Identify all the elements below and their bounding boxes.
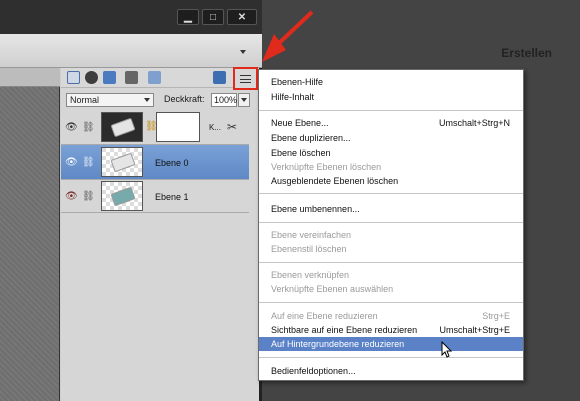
menu-item-clear-layer-style: Ebenenstil löschen [271, 244, 347, 254]
chevron-down-icon[interactable] [240, 50, 246, 54]
layer-name: Ebene 1 [155, 192, 189, 202]
menu-item-simplify-layer: Ebene vereinfachen [271, 230, 352, 240]
menu-item-flatten-image[interactable]: Auf Hintergrundebene reduzieren [259, 337, 523, 351]
menu-item-rename-layer[interactable]: Ebene umbenennen... [259, 202, 523, 216]
mouse-cursor-icon [441, 341, 453, 358]
menu-item-duplicate-layer[interactable]: Ebene duplizieren... [259, 131, 523, 145]
layer-thumbnail [101, 147, 143, 177]
thumbnail-shape [110, 152, 136, 173]
menu-separator [259, 302, 523, 303]
adjustment-layer-icon[interactable] [85, 71, 98, 84]
menu-item-shortcut: Umschalt+Strg+N [438, 118, 510, 128]
minimize-icon[interactable]: ▁ [177, 9, 199, 25]
layer-thumbnail [101, 181, 143, 211]
thumbnail-shape [110, 117, 136, 138]
link-icon[interactable]: ⛓ [82, 191, 95, 202]
menu-item-label: Sichtbare auf eine Ebene reduzieren [271, 325, 418, 335]
menu-item-delete-hidden-layers[interactable]: Ausgeblendete Ebenen löschen [259, 174, 523, 188]
create-button[interactable]: Erstellen [501, 46, 552, 60]
link-icon[interactable]: ⛓ [82, 122, 95, 133]
menu-separator [259, 193, 523, 194]
lock-transparency-icon[interactable] [148, 71, 161, 84]
thumbnail-shape [110, 186, 136, 207]
menu-item-delete-layer[interactable]: Ebene löschen [259, 146, 523, 160]
menu-item-merge-visible[interactable]: Sichtbare auf eine Ebene reduzieren Umsch… [259, 323, 523, 337]
menu-separator [259, 262, 523, 263]
layer-thumbnail [101, 112, 143, 142]
opacity-label: Deckkraft: [164, 94, 205, 104]
menu-item-panel-options[interactable]: Bedienfeldoptionen... [259, 364, 523, 378]
layer-name: K... [209, 123, 222, 132]
create-bar [0, 34, 262, 68]
menu-separator [259, 110, 523, 111]
canvas-header [0, 68, 60, 87]
link-icon[interactable]: ⛓ [82, 157, 95, 168]
new-layer-icon[interactable] [67, 71, 80, 84]
window-controls: ▁ □ ✕ [177, 9, 257, 25]
menu-separator [259, 222, 523, 223]
fx-icon[interactable]: ✂ [227, 120, 237, 134]
menu-item-new-layer[interactable]: Neue Ebene... Umschalt+Strg+N [259, 116, 523, 130]
menu-item-label: Neue Ebene... [271, 118, 329, 128]
panel-menu-button[interactable] [233, 67, 258, 90]
menu-item-shortcut: Strg+E [482, 311, 510, 321]
menu-item-select-linked-layers: Verknüpfte Ebenen auswählen [271, 284, 394, 294]
eye-hidden-icon[interactable]: 👁 [65, 191, 78, 202]
menu-item-merge-down: Auf eine Ebene reduzieren Strg+E [259, 309, 523, 323]
menu-lines-icon [240, 74, 251, 83]
menu-item-help-contents[interactable]: Hilfe-Inhalt [259, 90, 523, 104]
menu-separator [259, 357, 523, 358]
menu-item-label: Auf eine Ebene reduzieren [271, 311, 378, 321]
mask-icon[interactable] [103, 71, 116, 84]
maximize-icon[interactable]: □ [202, 9, 224, 25]
opacity-field[interactable]: 100% [211, 93, 237, 107]
menu-item-link-layers: Ebenen verknüpfen [271, 270, 350, 280]
opacity-dropdown-button[interactable] [238, 93, 250, 107]
eye-icon[interactable]: 👁 [65, 157, 78, 168]
layer-name: Ebene 0 [155, 158, 189, 168]
annotation-arrow-icon [262, 10, 314, 62]
trash-icon[interactable] [213, 71, 226, 84]
close-icon[interactable]: ✕ [227, 9, 257, 25]
menu-item-shortcut: Umschalt+Strg+E [439, 325, 510, 335]
menu-item-delete-linked-layers: Verknüpfte Ebenen löschen [271, 162, 382, 172]
image-canvas[interactable] [0, 87, 60, 401]
lock-icon[interactable] [125, 71, 138, 84]
blend-mode-select[interactable]: Normal [66, 93, 154, 107]
menu-item-layers-help[interactable]: Ebenen-Hilfe [259, 75, 523, 89]
eye-icon[interactable]: 👁 [65, 122, 78, 133]
mask-thumbnail [156, 112, 200, 142]
